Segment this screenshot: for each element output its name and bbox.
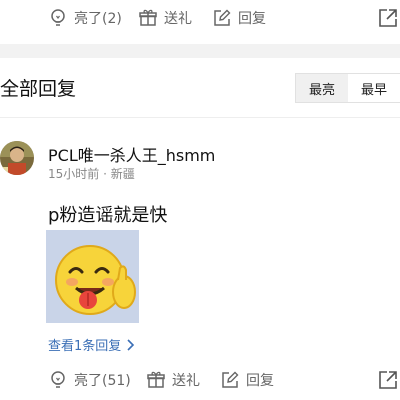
share-icon[interactable] xyxy=(376,368,400,392)
gift-button[interactable]: 送礼 xyxy=(138,0,192,36)
laughing-face-icon xyxy=(46,230,139,323)
edit-icon xyxy=(222,371,239,388)
reply-label: 回复 xyxy=(238,11,266,27)
post-meta: 15小时前 · 新疆 xyxy=(48,167,135,181)
reply-label: 回复 xyxy=(246,373,274,389)
section-title: 全部回复 xyxy=(0,78,77,100)
section-divider xyxy=(0,44,400,58)
action-bar-bottom: 亮了(51) 送礼 回复 xyxy=(0,362,400,398)
edit-icon xyxy=(214,9,231,26)
gift-icon xyxy=(147,371,165,388)
gift-button[interactable]: 送礼 xyxy=(146,362,200,398)
gift-icon xyxy=(139,9,157,26)
like-button[interactable]: 亮了(2) xyxy=(48,0,122,36)
sort-toggle: 最亮 最早 xyxy=(295,73,400,103)
sort-option-earliest[interactable]: 最早 xyxy=(348,74,400,102)
reply-button[interactable]: 回复 xyxy=(220,362,274,398)
avatar-image xyxy=(0,141,34,175)
lightbulb-icon xyxy=(51,371,65,388)
like-count-label: 亮了(2) xyxy=(74,11,122,27)
gift-label: 送礼 xyxy=(172,373,200,389)
sort-option-brightest[interactable]: 最亮 xyxy=(296,74,348,102)
gift-label: 送礼 xyxy=(164,11,192,27)
chevron-right-icon xyxy=(127,338,135,351)
avatar[interactable] xyxy=(0,141,34,175)
replies-header: 全部回复 最亮 最早 xyxy=(0,58,400,118)
share-icon[interactable] xyxy=(376,6,400,30)
emoji-sticker-image[interactable] xyxy=(46,230,139,323)
username[interactable]: PCL唯一杀人王_hsmm xyxy=(48,142,215,166)
like-count-label: 亮了(51) xyxy=(74,373,131,389)
reply-text: p粉造谣就是快 xyxy=(48,205,168,226)
action-bar-top: 亮了(2) 送礼 回复 xyxy=(0,0,400,36)
lightbulb-icon xyxy=(51,9,65,26)
like-button[interactable]: 亮了(51) xyxy=(48,362,131,398)
view-replies-link[interactable]: 查看1条回复 xyxy=(48,335,135,354)
reply-button[interactable]: 回复 xyxy=(212,0,266,36)
view-replies-label: 查看1条回复 xyxy=(48,339,122,354)
